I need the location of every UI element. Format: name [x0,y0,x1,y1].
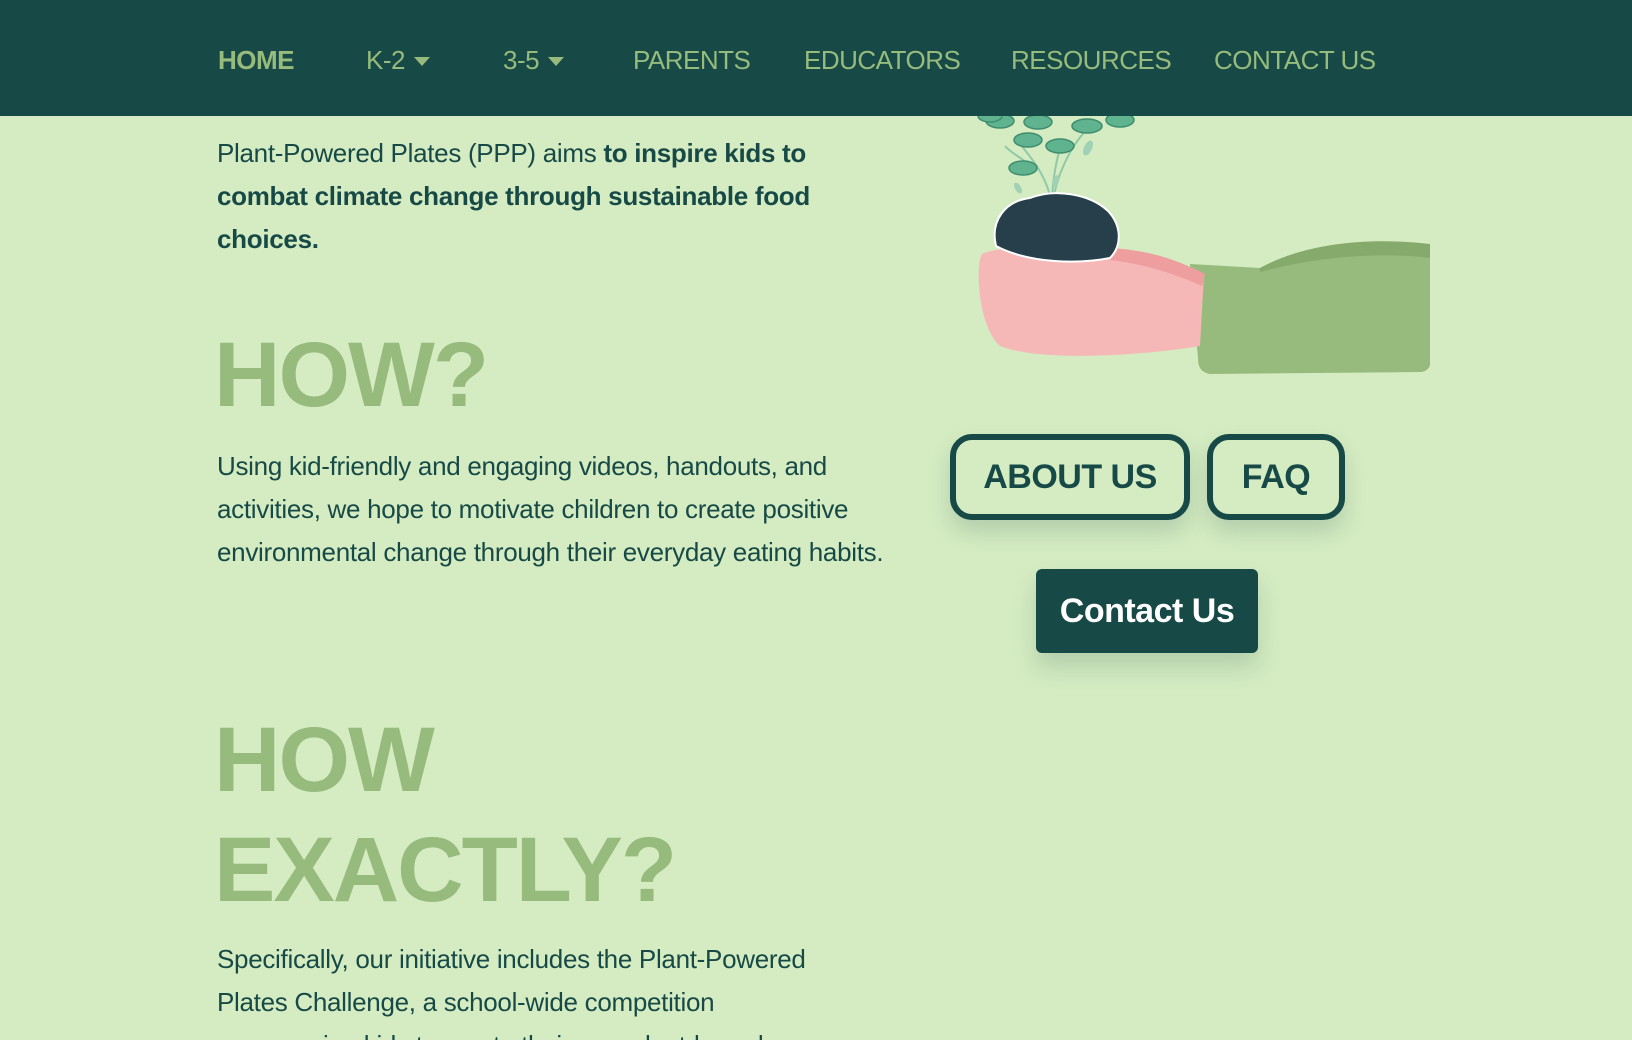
nav-3-5-label: 3-5 [503,44,540,75]
contact-us-button-label: Contact Us [1059,591,1235,630]
nav-home-label: HOME [218,44,295,75]
caret-down-icon [413,56,430,66]
nav-home[interactable]: HOME [218,44,295,76]
about-us-button-label: ABOUT US [983,457,1157,496]
nav-contact-us[interactable]: CONTACT US [1214,44,1376,76]
how-exactly-paragraph: Specifically, our initiative includes th… [217,944,806,1040]
nav-k2-dropdown[interactable]: K-2 [366,44,430,76]
nav-resources-label: RESOURCES [1011,44,1172,75]
hand-holding-plant-illustration [977,109,1430,374]
nav-parents[interactable]: PARENTS [633,44,751,76]
nav-k2-label: K-2 [366,44,405,75]
nav-3-5-dropdown[interactable]: 3-5 [503,44,565,76]
how-exactly-heading: HOW EXACTLY? [214,705,677,925]
nav-educators-label: EDUCATORS [804,44,961,75]
intro-paragraph: Plant-Powered Plates (PPP) aims to inspi… [217,132,857,261]
nav-resources[interactable]: RESOURCES [1011,44,1172,76]
intro-lead-text: Plant-Powered Plates (PPP) aims [217,138,604,168]
faq-button[interactable]: FAQ [1207,434,1345,520]
faq-button-label: FAQ [1241,457,1311,496]
page: HOME K-2 3-5 PARENTS EDUCATORS RESOURCES… [0,0,1632,1040]
caret-down-icon [548,56,565,66]
top-navigation-bar: HOME K-2 3-5 PARENTS EDUCATORS RESOURCES… [0,0,1632,116]
how-exactly-heading-line1: HOW [214,709,435,811]
about-us-button[interactable]: ABOUT US [950,434,1190,520]
contact-us-button[interactable]: Contact Us [1036,569,1258,653]
how-exactly-heading-line2: EXACTLY? [214,819,677,921]
how-paragraph: Using kid-friendly and engaging videos, … [217,451,884,567]
nav-contact-us-label: CONTACT US [1214,44,1376,75]
how-heading: HOW? [214,324,489,426]
nav-educators[interactable]: EDUCATORS [804,44,961,76]
nav-parents-label: PARENTS [633,44,751,75]
